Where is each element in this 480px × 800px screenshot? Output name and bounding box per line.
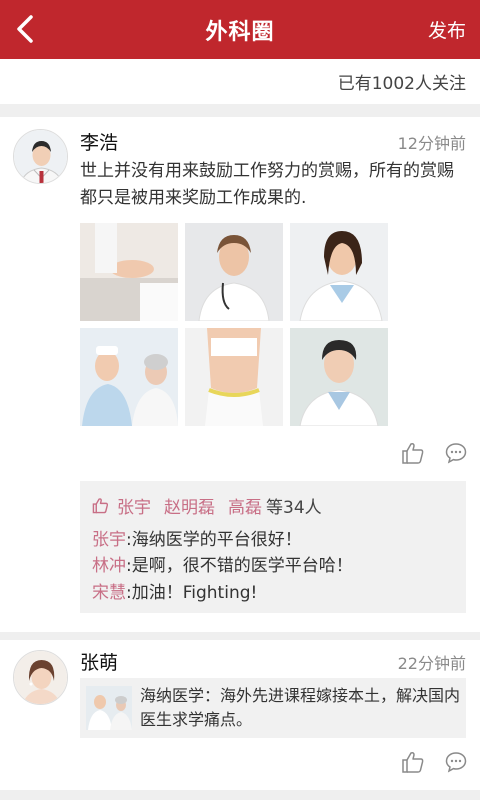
back-button[interactable] [10, 12, 40, 46]
page-title: 外科圈 [205, 19, 275, 45]
chevron-left-icon [17, 15, 33, 43]
avatar[interactable] [13, 650, 68, 705]
post-time: 12分钟前 [397, 134, 466, 153]
comment-text: :是啊，很不错的医学平台哈！ [126, 556, 353, 576]
comment-icon[interactable] [444, 441, 468, 465]
comment-line: 林冲:是啊，很不错的医学平台哈！ [92, 551, 353, 576]
photo-waist-measuring-tape[interactable] [185, 328, 283, 426]
follow-bar: 已有1002人关注 [0, 59, 480, 104]
follow-count: 已有1002人关注 [337, 74, 466, 94]
post-text: 世上并没有用来鼓励工作努力的赏赐，所有的赏赐都只是被用来奖励工作成果的. [80, 161, 454, 208]
nav-bar: 外科圈 发布 [0, 0, 480, 59]
comment-author[interactable]: 林冲 [92, 556, 126, 576]
comment-icon[interactable] [444, 750, 468, 774]
avatar[interactable] [13, 129, 68, 184]
post-username[interactable]: 李浩 [80, 128, 118, 155]
share-text: 海纳医学：海外先进课程嫁接本土，解决国内医生求学痛点。 [140, 686, 461, 729]
photo-grid [80, 223, 388, 426]
comment-text: :海纳医学的平台很好！ [126, 530, 302, 550]
post-time: 22分钟前 [397, 654, 466, 673]
likes-comments-box: 张宇 赵明磊 高磊 等34人 张宇:海纳医学的平台很好！ 林冲:是啊，很不错的医… [80, 481, 466, 613]
publish-button[interactable]: 发布 [428, 16, 466, 43]
photo-female-doctor-stethoscope[interactable] [185, 223, 283, 321]
thumbs-up-icon[interactable] [401, 750, 425, 774]
like-user-link[interactable]: 赵明磊 [164, 493, 215, 518]
like-user-link[interactable]: 高磊 [228, 493, 262, 518]
thumbs-up-icon[interactable] [401, 441, 425, 465]
likes-row: 张宇 赵明磊 高磊 等34人 [92, 493, 322, 518]
comment-text: :加油！Fighting! [126, 583, 258, 603]
comment-author[interactable]: 张宇 [92, 530, 126, 550]
share-thumbnail [86, 686, 132, 730]
post-card: 张萌 22分钟前 海纳医学：海外先进课程嫁接本土，解决国内医生求学痛点。 [0, 640, 480, 790]
photo-smiling-female-doctor[interactable] [290, 223, 388, 321]
like-user-link[interactable]: 张宇 [117, 493, 151, 518]
shared-link-card[interactable]: 海纳医学：海外先进课程嫁接本土，解决国内医生求学痛点。 [80, 678, 466, 738]
photo-nurse-holding-patient-hand[interactable] [80, 223, 178, 321]
photo-young-male-doctor[interactable] [290, 328, 388, 426]
comment-line: 宋慧:加油！Fighting! [92, 578, 257, 603]
thumbs-up-small-icon [92, 498, 109, 514]
photo-nurse-with-elderly-patient[interactable] [80, 328, 178, 426]
comment-line: 张宇:海纳医学的平台很好！ [92, 525, 302, 550]
post-username[interactable]: 张萌 [80, 648, 118, 675]
post-card: 李浩 12分钟前 世上并没有用来鼓励工作努力的赏赐，所有的赏赐都只是被用来奖励工… [0, 117, 480, 632]
like-count[interactable]: 等34人 [266, 493, 322, 518]
comment-author[interactable]: 宋慧 [92, 583, 126, 603]
